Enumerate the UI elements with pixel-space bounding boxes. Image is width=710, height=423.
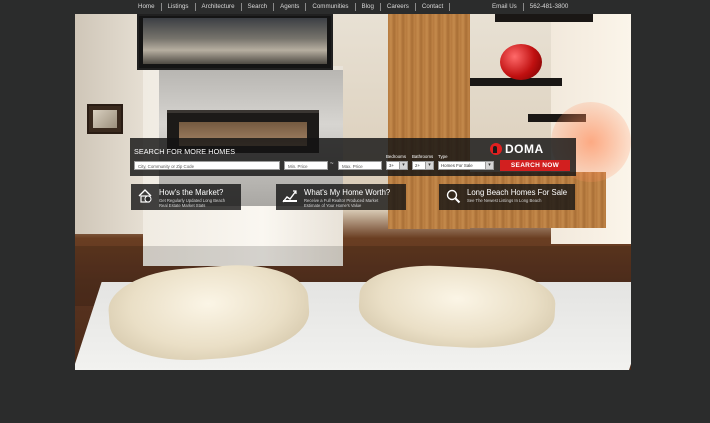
television (137, 14, 333, 70)
bedrooms-select[interactable]: 3+ ▾ (386, 161, 408, 170)
search-now-button[interactable]: SEARCH NOW (500, 160, 570, 171)
card-subtitle-line: Real Estate Market Stats (159, 203, 206, 208)
nav-careers[interactable]: Careers (381, 3, 415, 11)
nav-contact[interactable]: Contact (416, 3, 449, 11)
nav-blog[interactable]: Blog (356, 3, 380, 11)
card-subtitle-line: Estimate of Your Home's Value (304, 203, 362, 208)
house-icon (138, 189, 152, 203)
doma-logo: DOMA (490, 142, 544, 156)
card-title: Long Beach Homes For Sale (467, 188, 568, 197)
main-nav: Home Listings Architecture Search Agents… (132, 3, 451, 11)
card-subtitle: Receive a Full Realtor Produced Market E… (304, 198, 378, 208)
homes-for-sale-card[interactable]: Long Beach Homes For Sale See The Newest… (439, 184, 575, 210)
card-title: What's My Home Worth? (304, 188, 391, 197)
nav-agents[interactable]: Agents (274, 3, 305, 11)
search-heading: SEARCH FOR MORE HOMES (134, 147, 236, 156)
nav-search[interactable]: Search (242, 3, 274, 11)
bathrooms-select[interactable]: 2+ ▾ (412, 161, 434, 170)
nav-architecture[interactable]: Architecture (196, 3, 241, 11)
chevron-down-icon: ▾ (485, 162, 493, 169)
type-label: Type (438, 154, 448, 159)
phone-number: 562-481-3800 (529, 3, 569, 10)
card-subtitle: See The Newest Listings In Long Beach (467, 198, 541, 203)
type-select[interactable]: Homes For Sale ▾ (438, 161, 494, 170)
max-price-input[interactable]: Max. Price (338, 161, 382, 170)
logo-text: DOMA (505, 142, 544, 156)
contact-bar: Email Us 562-481-3800 (486, 3, 574, 11)
shelf (495, 14, 593, 22)
card-title: How's the Market? (159, 188, 224, 197)
nav-divider (449, 3, 451, 11)
market-card[interactable]: How's the Market? Get Regularly Updated … (131, 184, 241, 210)
nav-listings[interactable]: Listings (162, 3, 195, 11)
chart-icon (282, 190, 297, 203)
location-input[interactable]: City, Community or Zip Code (134, 161, 280, 170)
bedrooms-value: 3+ (389, 163, 395, 168)
wall-picture (87, 104, 123, 134)
magnifier-icon (446, 189, 461, 204)
bedrooms-label: Bedrooms (386, 154, 407, 159)
top-navigation: Home Listings Architecture Search Agents… (0, 0, 710, 14)
red-vase (500, 44, 542, 80)
bathrooms-label: Bathrooms (412, 154, 434, 159)
nav-communities[interactable]: Communities (306, 3, 354, 11)
card-subtitle-line: See The Newest Listings In Long Beach (467, 198, 542, 203)
nav-home[interactable]: Home (132, 3, 161, 11)
email-us-link[interactable]: Email Us (486, 3, 523, 11)
home-worth-card[interactable]: What's My Home Worth? Receive a Full Rea… (276, 184, 406, 210)
search-panel: SEARCH FOR MORE HOMES DOMA City, Communi… (130, 138, 576, 176)
price-separator: ~ (330, 161, 334, 167)
min-price-input[interactable]: Min. Price (284, 161, 328, 170)
doma-logo-icon (490, 143, 502, 155)
chevron-down-icon: ▾ (425, 162, 433, 169)
type-value: Homes For Sale (441, 163, 473, 168)
card-subtitle: Get Regularly Updated Long Beach Real Es… (159, 198, 225, 208)
chevron-down-icon: ▾ (399, 162, 407, 169)
bathrooms-value: 2+ (415, 163, 421, 168)
